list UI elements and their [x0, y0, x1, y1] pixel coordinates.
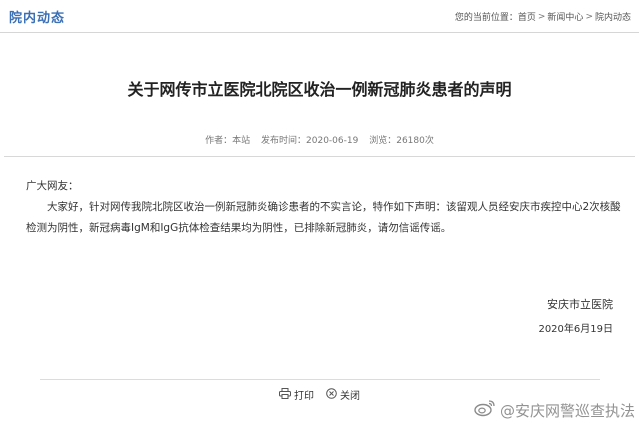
- printer-icon: [279, 387, 294, 402]
- article-salutation: 广大网友：: [26, 180, 79, 192]
- article-page: 院内动态 您的当前位置： 首页 > 新闻中心 > 院内动态 关于网传市立医院北院…: [0, 0, 639, 427]
- signature-date: 2020年6月19日: [538, 324, 613, 335]
- header-bar: 院内动态 您的当前位置： 首页 > 新闻中心 > 院内动态: [0, 0, 639, 33]
- breadcrumb-home-link[interactable]: 首页: [518, 10, 536, 23]
- breadcrumb-separator: >: [585, 11, 593, 22]
- weibo-icon: [474, 399, 500, 421]
- breadcrumb-news-center-link[interactable]: 新闻中心: [547, 10, 583, 23]
- print-label: 打印: [294, 391, 314, 402]
- article-paragraph: 大家好，针对网传我院北院区收治一例新冠肺炎确诊患者的不实言论，特作如下声明：该留…: [26, 201, 621, 234]
- signature-organization: 安庆市立医院: [547, 298, 613, 311]
- article-title: 关于网传市立医院北院区收治一例新冠肺炎患者的声明: [127, 80, 512, 99]
- print-button[interactable]: 打印: [279, 387, 314, 402]
- close-button[interactable]: 关闭: [326, 387, 360, 402]
- content-divider: [4, 156, 635, 157]
- breadcrumb: 您的当前位置： 首页 > 新闻中心 > 院内动态: [454, 10, 631, 24]
- breadcrumb-prefix: 您的当前位置：: [454, 13, 518, 23]
- watermark-text: @安庆网警巡查执法: [499, 401, 635, 420]
- article-meta: 作者：本站 发布时间：2020-06-19 浏览：26180次: [0, 133, 639, 146]
- close-label: 关闭: [340, 391, 360, 402]
- article-author: 作者：本站: [205, 136, 251, 146]
- article-publish-time: 发布时间：2020-06-19: [261, 136, 359, 146]
- breadcrumb-current[interactable]: 院内动态: [595, 10, 631, 23]
- close-circle-icon: [326, 387, 340, 402]
- breadcrumb-separator: >: [537, 11, 546, 22]
- watermark: @安庆网警巡查执法: [474, 399, 635, 421]
- article-view-count: 浏览：26180次: [369, 136, 434, 146]
- actions-divider: [40, 379, 600, 380]
- article-body: 广大网友： 大家好，针对网传我院北院区收治一例新冠肺炎确诊患者的不实言论，特作如…: [26, 176, 626, 239]
- section-title: 院内动态: [9, 11, 66, 26]
